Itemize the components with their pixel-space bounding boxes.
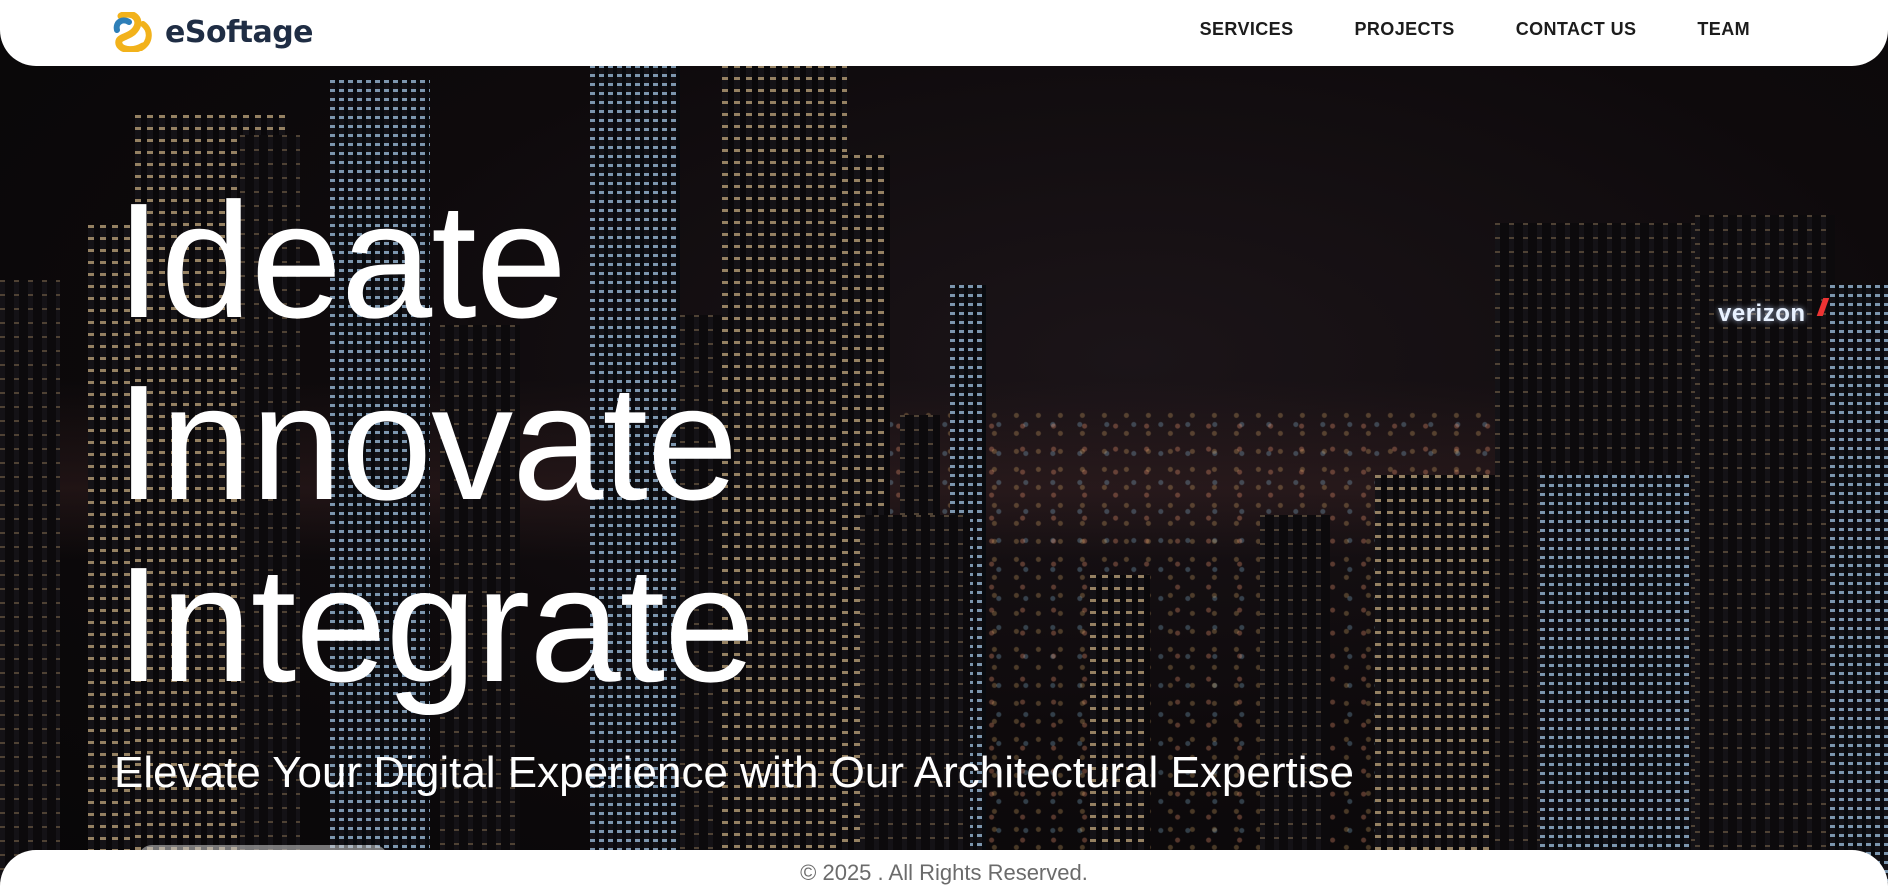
- building: [1375, 475, 1495, 895]
- building: [860, 515, 970, 895]
- page: verizon eSoftage SERVICES PROJECTS CONTA…: [0, 0, 1888, 895]
- nav-contact-us[interactable]: CONTACT US: [1516, 19, 1637, 40]
- hero-headline: Ideate Innovate Integrate: [116, 169, 755, 716]
- nav-team[interactable]: TEAM: [1697, 19, 1750, 40]
- site-header: eSoftage SERVICES PROJECTS CONTACT US TE…: [0, 0, 1888, 66]
- esoftage-logo-icon: [113, 12, 152, 52]
- building: [0, 280, 60, 895]
- hero-tagline: Elevate Your Digital Experience with Our…: [114, 748, 1354, 797]
- nav-projects[interactable]: PROJECTS: [1354, 19, 1454, 40]
- building: [1830, 285, 1888, 895]
- headline-line-ideate: Ideate: [116, 169, 567, 352]
- building: [1260, 515, 1330, 895]
- main-nav: SERVICES PROJECTS CONTACT US TEAM: [1200, 19, 1750, 40]
- headline-line-integrate: Integrate: [116, 533, 755, 716]
- site-footer: © 2025 . All Rights Reserved.: [0, 850, 1888, 895]
- building: [1090, 575, 1150, 895]
- logo-text: eSoftage: [165, 14, 314, 50]
- building: [1540, 475, 1690, 895]
- verizon-sign: verizon: [1718, 300, 1806, 327]
- headline-line-innovate: Innovate: [116, 351, 738, 534]
- nav-services[interactable]: SERVICES: [1200, 19, 1294, 40]
- copyright-text: © 2025 . All Rights Reserved.: [800, 859, 1088, 885]
- logo-link[interactable]: eSoftage: [113, 12, 314, 52]
